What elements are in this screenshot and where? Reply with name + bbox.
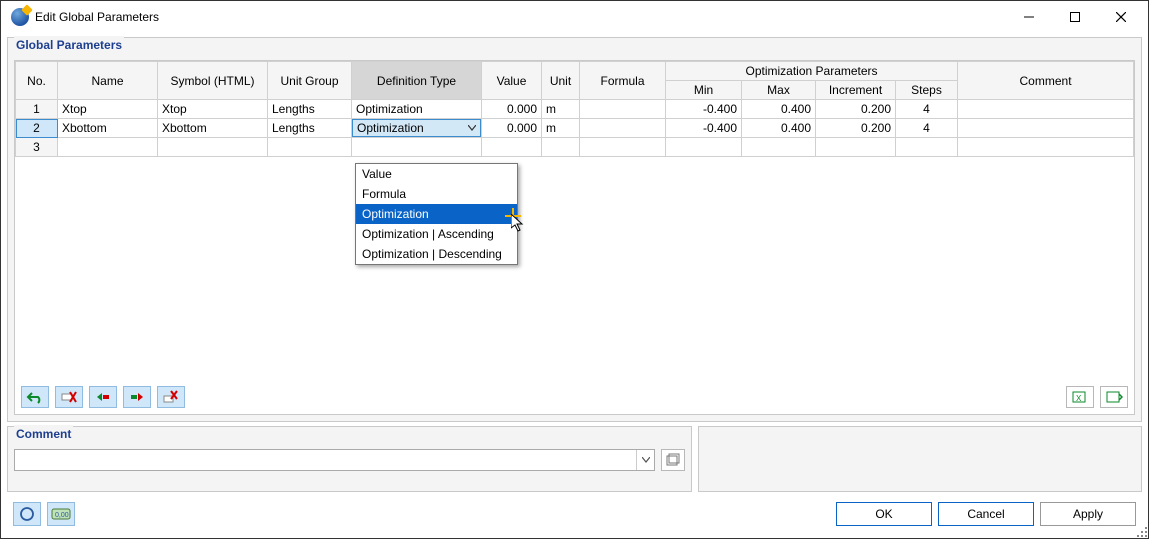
comment-label: Comment [14,425,73,445]
col-min[interactable]: Min [666,81,742,100]
dropdown-option[interactable]: Value [356,164,517,184]
col-steps[interactable]: Steps [896,81,958,100]
grid-toolbar: X [15,382,1134,414]
col-comment[interactable]: Comment [958,62,1134,100]
dropdown-option[interactable]: Optimization | Ascending [356,224,517,244]
import-excel-button[interactable] [1100,386,1128,408]
window-title: Edit Global Parameters [35,10,159,24]
parameters-table[interactable]: No. Name Symbol (HTML) Unit Group Defini… [15,61,1134,157]
col-name[interactable]: Name [58,62,158,100]
col-no[interactable]: No. [16,62,58,100]
comment-library-button[interactable] [661,449,685,471]
definition-type-dropdown[interactable]: Value Formula Optimization Optimization … [355,163,518,265]
col-definition-type[interactable]: Definition Type [352,62,482,100]
help-button[interactable] [13,502,41,526]
close-button[interactable] [1098,2,1144,32]
col-value[interactable]: Value [482,62,542,100]
apply-button[interactable]: Apply [1040,502,1136,526]
chevron-down-icon[interactable] [464,120,480,136]
delete-row-button[interactable] [55,386,83,408]
dialog-window: Edit Global Parameters Global Parameters [0,0,1149,539]
definition-type-cell-active[interactable]: Optimization [352,119,482,138]
col-formula[interactable]: Formula [580,62,666,100]
units-button[interactable]: 0,00 [47,502,75,526]
col-symbol[interactable]: Symbol (HTML) [158,62,268,100]
chevron-down-icon[interactable] [636,450,654,470]
section-label: Global Parameters [14,36,124,56]
clear-button[interactable] [157,386,185,408]
app-icon [11,8,29,26]
dropdown-option[interactable]: Optimization | Descending [356,244,517,264]
preview-panel [698,426,1142,492]
comment-panel: Comment [7,426,692,492]
col-opt-group[interactable]: Optimization Parameters [666,62,958,81]
comment-combo[interactable] [14,449,655,471]
ok-button[interactable]: OK [836,502,932,526]
table-empty-area [15,157,1134,382]
dialog-button-bar: 0,00 OK Cancel Apply [7,496,1142,532]
resize-grip[interactable] [1135,525,1147,537]
minimize-button[interactable] [1006,2,1052,32]
col-unit-group[interactable]: Unit Group [268,62,352,100]
export-excel-button[interactable]: X [1066,386,1094,408]
svg-text:0,00: 0,00 [55,512,69,519]
table-row[interactable]: 3 [16,138,1134,157]
col-max[interactable]: Max [742,81,816,100]
shift-right-button[interactable] [123,386,151,408]
window-controls [1006,2,1144,32]
table-row[interactable]: 2 Xbottom Xbottom Lengths Optimization 0… [16,119,1134,138]
col-unit[interactable]: Unit [542,62,580,100]
cancel-button[interactable]: Cancel [938,502,1034,526]
dropdown-option[interactable]: Optimization [356,204,517,224]
dropdown-option[interactable]: Formula [356,184,517,204]
svg-text:X: X [1076,394,1082,403]
col-increment[interactable]: Increment [816,81,896,100]
definition-type-combo[interactable]: Optimization [352,119,481,137]
table-row[interactable]: 1 Xtop Xtop Lengths Optimization 0.000 m… [16,100,1134,119]
global-parameters-panel: Global Parameters No. Name Symbol (HTML)… [7,37,1142,422]
titlebar[interactable]: Edit Global Parameters [1,1,1148,33]
undo-button[interactable] [21,386,49,408]
maximize-button[interactable] [1052,2,1098,32]
shift-left-button[interactable] [89,386,117,408]
